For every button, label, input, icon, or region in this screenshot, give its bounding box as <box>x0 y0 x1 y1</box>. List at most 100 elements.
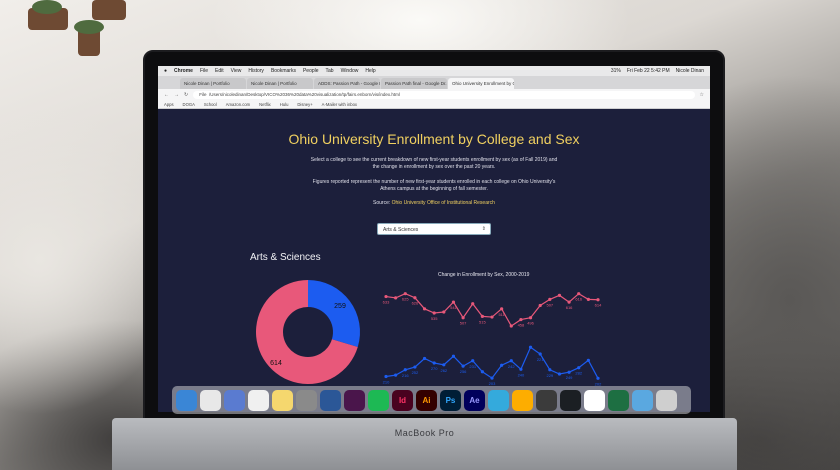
male-series-point <box>442 363 446 367</box>
dock-calendar-icon[interactable] <box>248 389 269 411</box>
bookmark-item[interactable]: Netflix <box>259 102 271 107</box>
bookmark-item[interactable]: Hulu <box>280 102 289 107</box>
female-series-point <box>557 293 562 297</box>
menu-clock[interactable]: Fri Feb 22 5:42 PM <box>627 68 670 74</box>
browser-tab-active[interactable]: Ohio University Enrollment by C... <box>448 78 514 89</box>
enrollment-charts: 259 614 633 625626 535 541 507 515 511 458 496 507 6… <box>256 280 602 386</box>
female-series-data-label: 507 <box>546 302 553 307</box>
menu-item-people[interactable]: People <box>303 68 319 74</box>
dock-ai-icon[interactable]: Ai <box>416 389 437 411</box>
female-series-point <box>422 307 427 311</box>
female-series-point <box>442 310 446 314</box>
male-series-point <box>451 354 456 358</box>
browser-tab[interactable]: Nicole Dinan | Portfolio <box>180 78 246 89</box>
bookmark-item[interactable]: Apps <box>164 102 174 107</box>
dock-spotify-icon[interactable] <box>368 389 389 411</box>
female-series-point <box>519 317 523 322</box>
male-series-point <box>480 370 484 374</box>
bookmark-item[interactable]: A-Mailer with inbox <box>322 102 357 107</box>
menu-item-file[interactable]: File <box>200 68 208 74</box>
dock-preview-icon[interactable] <box>224 389 245 411</box>
female-series-point <box>577 292 581 296</box>
male-series-point <box>490 376 494 380</box>
dock-excel-icon[interactable] <box>608 389 629 411</box>
reload-icon[interactable]: ↻ <box>184 92 188 98</box>
female-series-data-label: 616 <box>566 305 573 310</box>
female-series-point <box>509 324 513 328</box>
female-series-point <box>567 300 571 304</box>
dock-folder-icon[interactable] <box>632 389 653 411</box>
menu-item-help[interactable]: Help <box>365 68 375 74</box>
dock-calculator-icon[interactable] <box>536 389 557 411</box>
female-series-point <box>413 296 417 300</box>
bookmarks-bar: Apps DOGA School Amazon.com Netflix Hulu… <box>158 100 710 109</box>
star-icon[interactable]: ☆ <box>700 92 704 98</box>
female-series-point <box>500 307 504 311</box>
bookmark-item[interactable]: School <box>204 102 217 107</box>
dock-sketch-icon[interactable] <box>512 389 533 411</box>
menu-item-view[interactable]: View <box>231 68 242 74</box>
female-series-point <box>403 292 407 296</box>
male-series-data-label: 270 <box>431 366 438 371</box>
male-series-data-label: 216 <box>402 373 409 378</box>
battery-status[interactable]: 31% <box>611 68 621 74</box>
dock-finder-icon[interactable] <box>176 389 197 411</box>
dock-notes-icon[interactable] <box>272 389 293 411</box>
dock-ae-icon[interactable]: Ae <box>464 389 485 411</box>
male-series-point <box>394 373 398 377</box>
bookmark-item[interactable]: Disney+ <box>297 102 312 107</box>
donut-label-male: 259 <box>334 303 346 310</box>
dock-system-preferences-icon[interactable] <box>296 389 317 411</box>
male-series-data-label: 221 <box>537 357 544 362</box>
male-series-point <box>548 368 552 372</box>
female-series-point <box>490 315 494 319</box>
female-series-point <box>596 298 600 302</box>
dock-github-icon[interactable] <box>560 389 581 411</box>
apple-icon[interactable]: ● <box>164 68 167 74</box>
female-series-point <box>471 302 475 306</box>
menu-item-edit[interactable]: Edit <box>215 68 224 74</box>
forward-icon[interactable]: → <box>174 92 179 98</box>
male-series-point <box>384 374 388 379</box>
back-icon[interactable]: ← <box>164 92 169 98</box>
bookmark-item[interactable]: Amazon.com <box>226 102 250 107</box>
male-series-data-label: 249 <box>566 375 573 380</box>
male-series-data-label: 242 <box>508 364 515 369</box>
menu-item-window[interactable]: Window <box>341 68 359 74</box>
female-series-data-label: 515 <box>479 319 486 324</box>
male-series-point <box>577 366 581 370</box>
dock-trash-icon[interactable] <box>656 389 677 411</box>
dock-id-icon[interactable]: Id <box>392 389 413 411</box>
browser-tab[interactable]: Nicole Dinan | Portfolio <box>247 78 313 89</box>
browser-tab[interactable]: ADDS: Passion Path - Google D... <box>314 78 380 89</box>
dock-messages-icon[interactable] <box>488 389 509 411</box>
menu-item-history[interactable]: History <box>248 68 264 74</box>
plant-pot <box>92 0 126 20</box>
menu-item-tab[interactable]: Tab <box>326 68 334 74</box>
bookmark-item[interactable]: DOGA <box>183 102 195 107</box>
female-series-data-label: 511 <box>498 312 505 317</box>
male-series-point <box>461 364 465 368</box>
dock-word-icon[interactable] <box>320 389 341 411</box>
dock-slack-icon[interactable] <box>344 389 365 411</box>
dock-ps-icon[interactable]: Ps <box>440 389 461 411</box>
laptop-base: MacBook Pro <box>112 418 737 470</box>
browser-tab[interactable]: Passion Path final - Google Dr... <box>381 78 447 89</box>
url-scheme: File <box>199 91 207 97</box>
male-series-data-label: 262 <box>440 368 447 373</box>
menu-user[interactable]: Nicole Dinan <box>676 68 704 74</box>
female-series-data-label: 507 <box>460 321 467 326</box>
url-field[interactable]: File /Users/nicoledinan/Desktop/VICO%203… <box>193 90 695 99</box>
male-series-data-label: 240 <box>518 372 525 377</box>
male-series-point <box>586 358 590 362</box>
male-series-point <box>538 352 542 356</box>
female-series-point <box>538 303 542 308</box>
dock-chrome-icon[interactable] <box>200 389 221 411</box>
mac-dock: Id Ai Ps Ae <box>172 386 691 414</box>
menu-item-bookmarks[interactable]: Bookmarks <box>271 68 296 74</box>
web-page: Ohio University Enrollment by College an… <box>158 109 710 412</box>
female-series-point <box>394 296 398 300</box>
menu-app-name[interactable]: Chrome <box>174 68 193 74</box>
dock-notion-icon[interactable] <box>584 389 605 411</box>
male-series-data-label: 210 <box>383 380 390 385</box>
